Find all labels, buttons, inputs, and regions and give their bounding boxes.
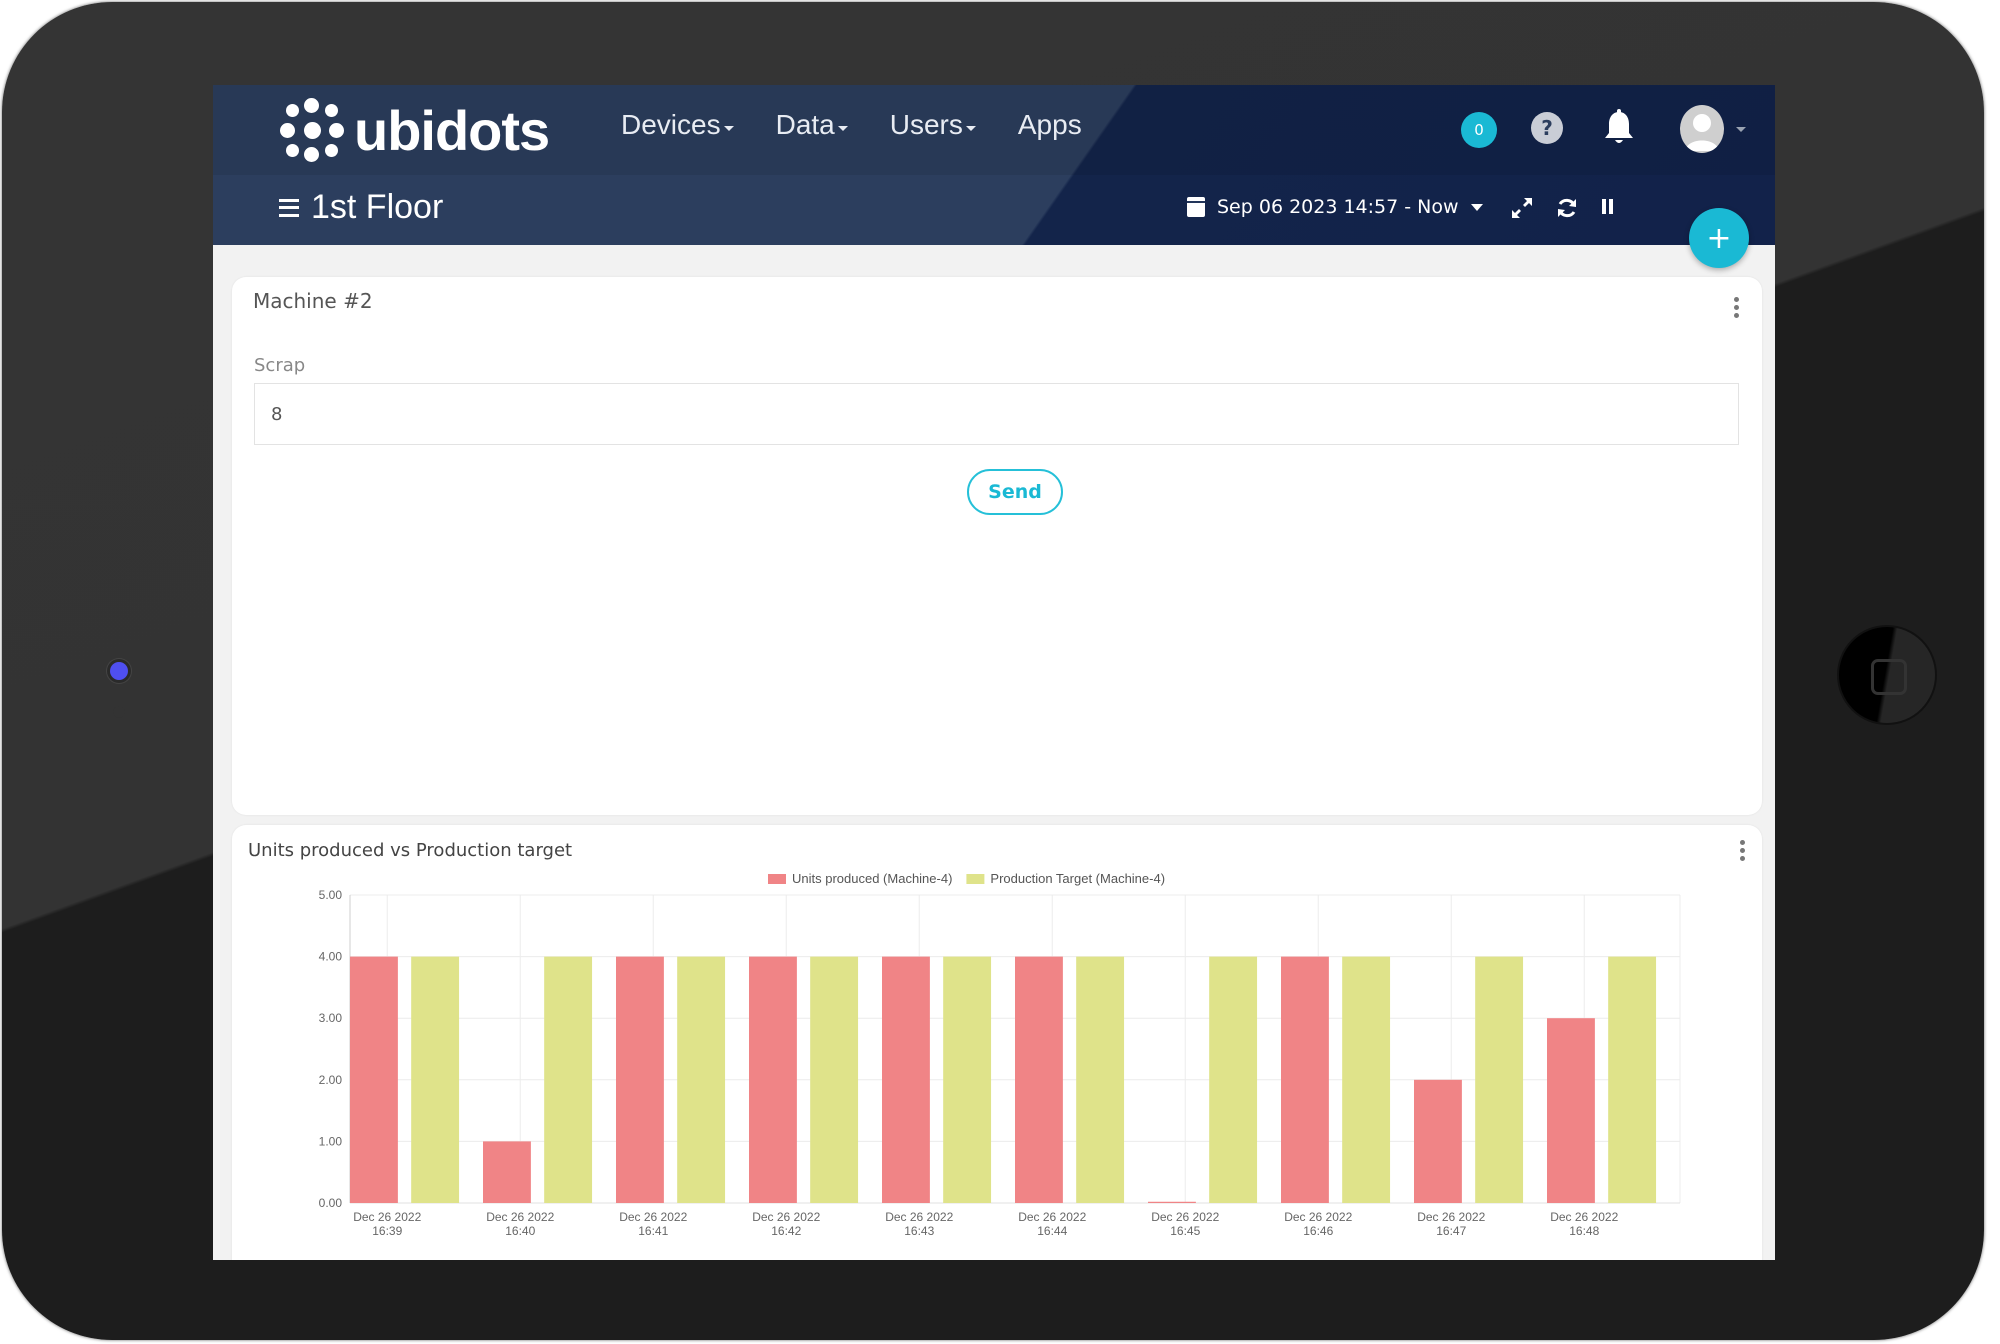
x-tick-label-time: 16:39 bbox=[372, 1224, 402, 1238]
bar-units-produced bbox=[350, 956, 398, 1203]
caret-down-icon bbox=[965, 125, 976, 131]
nav-devices[interactable]: Devices bbox=[621, 109, 734, 141]
add-widget-button[interactable]: + bbox=[1689, 208, 1749, 268]
bar-units-produced bbox=[1148, 1201, 1196, 1203]
bar-production-target bbox=[810, 956, 859, 1203]
x-tick-label-date: Dec 26 2022 bbox=[486, 1210, 554, 1224]
widget-options-icon[interactable] bbox=[1734, 297, 1740, 318]
bar-production-target bbox=[1608, 956, 1657, 1203]
screen: ubidots Devices Data Users Apps 0 ? 1st … bbox=[213, 85, 1775, 1260]
nav-apps[interactable]: Apps bbox=[1018, 109, 1082, 141]
x-tick-label-date: Dec 26 2022 bbox=[353, 1210, 421, 1224]
widget-manual-input: Machine #2 Scrap Send bbox=[232, 277, 1762, 815]
bell-icon[interactable] bbox=[1602, 109, 1636, 147]
caret-down-icon bbox=[723, 125, 734, 131]
date-range-text: Sep 06 2023 14:57 - Now bbox=[1217, 196, 1459, 218]
bar-production-target bbox=[411, 956, 460, 1203]
home-button[interactable] bbox=[1837, 625, 1937, 725]
x-tick-label-date: Dec 26 2022 bbox=[1284, 1210, 1352, 1224]
x-tick-label-time: 16:46 bbox=[1303, 1224, 1333, 1238]
x-tick-label-time: 16:44 bbox=[1037, 1224, 1067, 1238]
legend-swatch bbox=[966, 874, 985, 884]
y-tick-label: 3.00 bbox=[319, 1011, 343, 1025]
nav-data[interactable]: Data bbox=[776, 109, 848, 141]
x-tick-label-time: 16:40 bbox=[505, 1224, 535, 1238]
y-tick-label: 2.00 bbox=[319, 1073, 343, 1087]
widget-bar-chart: Units produced vs Production target 0.00… bbox=[232, 825, 1762, 1260]
bar-production-target bbox=[1475, 956, 1524, 1203]
nav-users[interactable]: Users bbox=[890, 109, 976, 141]
bar-units-produced bbox=[1547, 1018, 1595, 1203]
scrap-input[interactable] bbox=[254, 383, 1739, 445]
x-tick-label-date: Dec 26 2022 bbox=[1018, 1210, 1086, 1224]
camera-icon bbox=[110, 662, 128, 680]
legend-swatch bbox=[768, 874, 786, 884]
hamburger-menu-icon[interactable] bbox=[279, 198, 299, 217]
bar-production-target bbox=[677, 956, 726, 1203]
bar-production-target bbox=[1209, 956, 1258, 1203]
x-tick-label-time: 16:42 bbox=[771, 1224, 801, 1238]
x-tick-label-date: Dec 26 2022 bbox=[1550, 1210, 1618, 1224]
logo[interactable]: ubidots bbox=[280, 97, 550, 163]
bar-production-target bbox=[1076, 956, 1125, 1203]
x-tick-label-time: 16:47 bbox=[1436, 1224, 1466, 1238]
bar-units-produced bbox=[1015, 956, 1063, 1203]
x-tick-label-date: Dec 26 2022 bbox=[752, 1210, 820, 1224]
date-range-picker[interactable]: Sep 06 2023 14:57 - Now bbox=[1187, 196, 1483, 218]
x-tick-label-time: 16:43 bbox=[904, 1224, 934, 1238]
y-tick-label: 5.00 bbox=[319, 888, 343, 902]
x-tick-label-time: 16:45 bbox=[1170, 1224, 1200, 1238]
bar-production-target bbox=[943, 956, 992, 1203]
bar-units-produced bbox=[749, 956, 797, 1203]
bar-units-produced bbox=[616, 956, 664, 1203]
nav-label: Devices bbox=[621, 109, 721, 140]
x-tick-label-date: Dec 26 2022 bbox=[619, 1210, 687, 1224]
nav-label: Data bbox=[775, 109, 835, 140]
help-icon[interactable]: ? bbox=[1531, 112, 1563, 144]
main-nav: Devices Data Users Apps bbox=[621, 109, 1082, 141]
pause-icon[interactable] bbox=[1600, 197, 1616, 217]
user-icon bbox=[1685, 114, 1719, 151]
x-tick-label-date: Dec 26 2022 bbox=[1417, 1210, 1485, 1224]
bar-production-target bbox=[1342, 956, 1391, 1203]
y-tick-label: 1.00 bbox=[319, 1134, 343, 1148]
scrap-field-label: Scrap bbox=[254, 355, 306, 376]
refresh-icon[interactable] bbox=[1556, 197, 1578, 219]
legend-label: Units produced (Machine-4) bbox=[792, 871, 952, 886]
legend-label: Production Target (Machine-4) bbox=[990, 871, 1165, 886]
brand-name: ubidots bbox=[354, 98, 550, 162]
calendar-icon bbox=[1187, 197, 1205, 217]
send-button[interactable]: Send bbox=[967, 469, 1063, 515]
avatar-caret-icon[interactable] bbox=[1736, 127, 1746, 132]
widget-title: Machine #2 bbox=[253, 289, 373, 313]
bar-units-produced bbox=[1281, 956, 1329, 1203]
sensor-icon bbox=[113, 706, 125, 718]
avatar[interactable] bbox=[1680, 105, 1724, 153]
nav-label: Users bbox=[889, 109, 963, 140]
header: ubidots Devices Data Users Apps 0 ? 1st … bbox=[213, 85, 1775, 245]
nav-label: Apps bbox=[1017, 109, 1082, 140]
x-tick-label-date: Dec 26 2022 bbox=[885, 1210, 953, 1224]
caret-down-icon bbox=[1470, 203, 1483, 211]
y-tick-label: 0.00 bbox=[319, 1196, 343, 1210]
bar-chart: 0.001.002.003.004.005.00Dec 26 202216:39… bbox=[319, 871, 1681, 1238]
bar-units-produced bbox=[1414, 1079, 1462, 1203]
y-tick-label: 4.00 bbox=[319, 950, 343, 964]
caret-down-icon bbox=[837, 125, 848, 131]
dashboard-title[interactable]: 1st Floor bbox=[279, 188, 443, 227]
expand-icon[interactable] bbox=[1511, 197, 1533, 219]
bar-units-produced bbox=[483, 1141, 531, 1203]
bar-production-target bbox=[544, 956, 593, 1203]
notification-count-badge[interactable]: 0 bbox=[1461, 112, 1497, 148]
page-title: 1st Floor bbox=[311, 188, 444, 226]
logo-dots-icon bbox=[280, 98, 344, 162]
x-tick-label-date: Dec 26 2022 bbox=[1151, 1210, 1219, 1224]
x-tick-label-time: 16:41 bbox=[638, 1224, 668, 1238]
x-tick-label-time: 16:48 bbox=[1569, 1224, 1599, 1238]
bar-units-produced bbox=[882, 956, 930, 1203]
